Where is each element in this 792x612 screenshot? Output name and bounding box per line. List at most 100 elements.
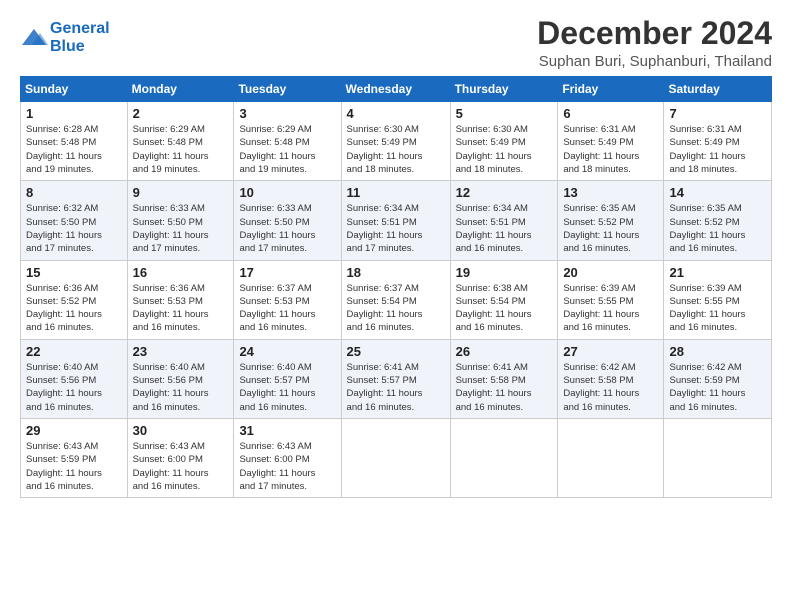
table-row: 7Sunrise: 6:31 AM Sunset: 5:49 PM Daylig…: [664, 102, 772, 181]
day-number: 1: [26, 106, 122, 121]
table-row: 21 Sunrise: 6:39 AM Sunset: 5:55 PM Dayli…: [664, 260, 772, 339]
day-number: 31: [239, 423, 335, 438]
day-number: 21: [669, 265, 766, 280]
day-info: Sunrise: 6:43 AM Sunset: 6:00 PM Dayligh…: [239, 440, 335, 493]
week-row-4: 22Sunrise: 6:40 AM Sunset: 5:56 PM Dayli…: [21, 339, 772, 418]
day-info: Sunrise: 6:41 AM Sunset: 5:58 PM Dayligh…: [456, 361, 553, 414]
day-number: 24: [239, 344, 335, 359]
table-row: 11 Sunrise: 6:34 AM Sunset: 5:51 PM Dayli…: [341, 181, 450, 260]
day-info: Sunrise: 6:29 AM Sunset: 5:48 PM Dayligh…: [133, 123, 229, 176]
day-info: Sunrise: 6:34 AM Sunset: 5:51 PM Dayligh…: [347, 202, 445, 255]
day-number: 27: [563, 344, 658, 359]
table-row: 14Sunrise: 6:35 AM Sunset: 5:52 PM Dayli…: [664, 181, 772, 260]
table-row: 1Sunrise: 6:28 AM Sunset: 5:48 PM Daylig…: [21, 102, 128, 181]
week-row-3: 15 Sunrise: 6:36 AM Sunset: 5:52 PM Dayli…: [21, 260, 772, 339]
col-friday: Friday: [558, 77, 664, 102]
day-info: Sunrise: 6:31 AM Sunset: 5:49 PM Dayligh…: [669, 123, 766, 176]
table-row: 4Sunrise: 6:30 AM Sunset: 5:49 PM Daylig…: [341, 102, 450, 181]
day-number: 9: [133, 185, 229, 200]
day-info: Sunrise: 6:31 AM Sunset: 5:49 PM Dayligh…: [563, 123, 658, 176]
calendar-header-row: Sunday Monday Tuesday Wednesday Thursday…: [21, 77, 772, 102]
table-row: 31 Sunrise: 6:43 AM Sunset: 6:00 PM Dayli…: [234, 418, 341, 497]
table-row: 20Sunrise: 6:39 AM Sunset: 5:55 PM Dayli…: [558, 260, 664, 339]
day-number: 3: [239, 106, 335, 121]
day-number: 10: [239, 185, 335, 200]
day-number: 13: [563, 185, 658, 200]
day-info: Sunrise: 6:37 AM Sunset: 5:54 PM Dayligh…: [347, 282, 445, 335]
day-info: Sunrise: 6:36 AM Sunset: 5:52 PM Dayligh…: [26, 282, 122, 335]
table-row: 5Sunrise: 6:30 AM Sunset: 5:49 PM Daylig…: [450, 102, 558, 181]
day-info: Sunrise: 6:39 AM Sunset: 5:55 PM Dayligh…: [669, 282, 766, 335]
table-row: 19 Sunrise: 6:38 AM Sunset: 5:54 PM Dayli…: [450, 260, 558, 339]
table-row: [341, 418, 450, 497]
general-blue-icon: [20, 27, 48, 49]
logo-general: General: [50, 20, 110, 37]
table-row: [450, 418, 558, 497]
day-number: 8: [26, 185, 122, 200]
day-number: 16: [133, 265, 229, 280]
day-number: 11: [347, 185, 445, 200]
day-number: 18: [347, 265, 445, 280]
day-number: 17: [239, 265, 335, 280]
day-info: Sunrise: 6:38 AM Sunset: 5:54 PM Dayligh…: [456, 282, 553, 335]
table-row: [664, 418, 772, 497]
day-info: Sunrise: 6:43 AM Sunset: 5:59 PM Dayligh…: [26, 440, 122, 493]
table-row: 29 Sunrise: 6:43 AM Sunset: 5:59 PM Dayli…: [21, 418, 128, 497]
table-row: 27 Sunrise: 6:42 AM Sunset: 5:58 PM Dayli…: [558, 339, 664, 418]
table-row: 16Sunrise: 6:36 AM Sunset: 5:53 PM Dayli…: [127, 260, 234, 339]
week-row-5: 29 Sunrise: 6:43 AM Sunset: 5:59 PM Dayli…: [21, 418, 772, 497]
day-info: Sunrise: 6:33 AM Sunset: 5:50 PM Dayligh…: [239, 202, 335, 255]
day-info: Sunrise: 6:35 AM Sunset: 5:52 PM Dayligh…: [669, 202, 766, 255]
table-row: 13Sunrise: 6:35 AM Sunset: 5:52 PM Dayli…: [558, 181, 664, 260]
day-number: 19: [456, 265, 553, 280]
header-area: General Blue December 2024 Suphan Buri, …: [20, 16, 772, 70]
day-number: 30: [133, 423, 229, 438]
week-row-2: 8 Sunrise: 6:32 AM Sunset: 5:50 PM Daylig…: [21, 181, 772, 260]
col-wednesday: Wednesday: [341, 77, 450, 102]
day-number: 23: [133, 344, 229, 359]
day-number: 4: [347, 106, 445, 121]
table-row: 18 Sunrise: 6:37 AM Sunset: 5:54 PM Dayli…: [341, 260, 450, 339]
table-row: 9 Sunrise: 6:33 AM Sunset: 5:50 PM Daylig…: [127, 181, 234, 260]
day-info: Sunrise: 6:32 AM Sunset: 5:50 PM Dayligh…: [26, 202, 122, 255]
day-number: 29: [26, 423, 122, 438]
day-info: Sunrise: 6:40 AM Sunset: 5:57 PM Dayligh…: [239, 361, 335, 414]
day-number: 20: [563, 265, 658, 280]
table-row: 15 Sunrise: 6:36 AM Sunset: 5:52 PM Dayli…: [21, 260, 128, 339]
col-monday: Monday: [127, 77, 234, 102]
logo: General Blue: [20, 20, 110, 55]
day-number: 28: [669, 344, 766, 359]
day-info: Sunrise: 6:42 AM Sunset: 5:58 PM Dayligh…: [563, 361, 658, 414]
table-row: 6Sunrise: 6:31 AM Sunset: 5:49 PM Daylig…: [558, 102, 664, 181]
col-tuesday: Tuesday: [234, 77, 341, 102]
table-row: 10 Sunrise: 6:33 AM Sunset: 5:50 PM Dayli…: [234, 181, 341, 260]
day-info: Sunrise: 6:30 AM Sunset: 5:49 PM Dayligh…: [456, 123, 553, 176]
table-row: 24 Sunrise: 6:40 AM Sunset: 5:57 PM Dayli…: [234, 339, 341, 418]
table-row: 30 Sunrise: 6:43 AM Sunset: 6:00 PM Dayli…: [127, 418, 234, 497]
page: General Blue December 2024 Suphan Buri, …: [0, 0, 792, 612]
table-row: 25Sunrise: 6:41 AM Sunset: 5:57 PM Dayli…: [341, 339, 450, 418]
table-row: 22Sunrise: 6:40 AM Sunset: 5:56 PM Dayli…: [21, 339, 128, 418]
day-number: 2: [133, 106, 229, 121]
week-row-1: 1Sunrise: 6:28 AM Sunset: 5:48 PM Daylig…: [21, 102, 772, 181]
table-row: 12Sunrise: 6:34 AM Sunset: 5:51 PM Dayli…: [450, 181, 558, 260]
table-row: 2 Sunrise: 6:29 AM Sunset: 5:48 PM Daylig…: [127, 102, 234, 181]
title-area: December 2024 Suphan Buri, Suphanburi, T…: [537, 16, 772, 70]
table-row: 28 Sunrise: 6:42 AM Sunset: 5:59 PM Dayli…: [664, 339, 772, 418]
day-number: 15: [26, 265, 122, 280]
table-row: 17Sunrise: 6:37 AM Sunset: 5:53 PM Dayli…: [234, 260, 341, 339]
location-subtitle: Suphan Buri, Suphanburi, Thailand: [537, 53, 772, 70]
day-number: 22: [26, 344, 122, 359]
day-info: Sunrise: 6:33 AM Sunset: 5:50 PM Dayligh…: [133, 202, 229, 255]
month-title: December 2024: [537, 16, 772, 51]
table-row: 26 Sunrise: 6:41 AM Sunset: 5:58 PM Dayli…: [450, 339, 558, 418]
col-sunday: Sunday: [21, 77, 128, 102]
day-info: Sunrise: 6:43 AM Sunset: 6:00 PM Dayligh…: [133, 440, 229, 493]
day-info: Sunrise: 6:42 AM Sunset: 5:59 PM Dayligh…: [669, 361, 766, 414]
day-number: 25: [347, 344, 445, 359]
logo-blue: Blue: [50, 38, 110, 56]
logo-text: General Blue: [50, 20, 110, 55]
calendar-table: Sunday Monday Tuesday Wednesday Thursday…: [20, 76, 772, 498]
day-number: 26: [456, 344, 553, 359]
day-info: Sunrise: 6:29 AM Sunset: 5:48 PM Dayligh…: [239, 123, 335, 176]
